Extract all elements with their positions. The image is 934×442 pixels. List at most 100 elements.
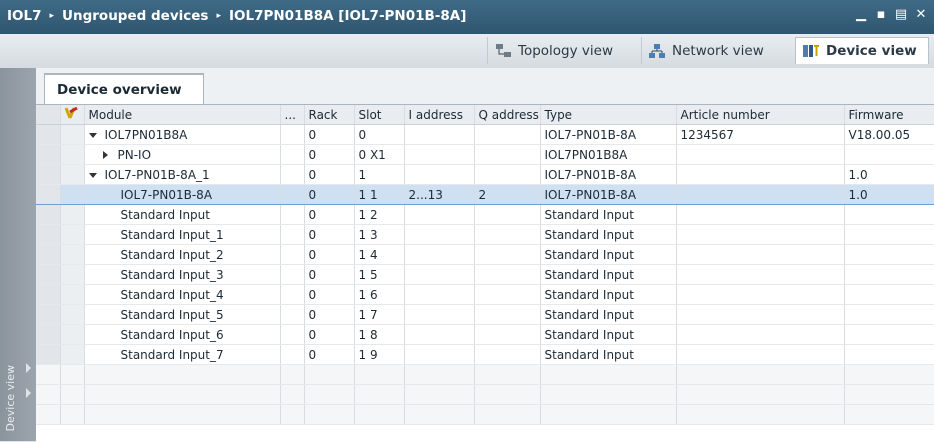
module-cell[interactable]: IOL7-PN01B-8A [84, 184, 281, 205]
type-cell[interactable]: IOL7-PN01B-8A [540, 124, 677, 145]
device-view-sidebar[interactable]: Device view [0, 68, 36, 441]
module-cell[interactable]: Standard Input_4 [84, 284, 281, 305]
table-row[interactable]: Standard Input_5 0 1 7 Standard Input [36, 304, 934, 325]
empty-cell[interactable] [280, 364, 305, 385]
module-cell[interactable]: PN-IO [84, 144, 281, 165]
slot-cell[interactable]: 1 3 [354, 224, 405, 245]
q-address-cell[interactable] [474, 284, 541, 305]
q-address-cell[interactable] [474, 204, 541, 225]
i-address-cell[interactable] [404, 304, 475, 325]
table-row[interactable]: Standard Input_2 0 1 4 Standard Input [36, 244, 934, 265]
empty-cell[interactable] [540, 384, 677, 405]
empty-cell[interactable] [404, 364, 475, 385]
empty-cell[interactable] [404, 404, 475, 425]
empty-table-row[interactable] [36, 364, 934, 385]
column-header-rack[interactable]: Rack [304, 105, 355, 125]
firmware-cell[interactable] [844, 264, 934, 285]
q-address-cell[interactable]: 2 [474, 184, 541, 205]
slot-cell[interactable]: 1 1 [354, 184, 405, 205]
slot-cell[interactable]: 1 7 [354, 304, 405, 325]
module-cell[interactable]: Standard Input_6 [84, 324, 281, 345]
column-header-q-address[interactable]: Q address [474, 105, 541, 125]
row-header[interactable] [36, 284, 61, 305]
table-row[interactable]: Standard Input_6 0 1 8 Standard Input [36, 324, 934, 345]
row-header[interactable] [36, 264, 61, 285]
rack-cell[interactable]: 0 [304, 204, 355, 225]
expand-triangle-icon[interactable] [102, 151, 108, 159]
i-address-cell[interactable] [404, 264, 475, 285]
firmware-cell[interactable] [844, 304, 934, 325]
slot-cell[interactable]: 1 4 [354, 244, 405, 265]
slot-cell[interactable]: 1 6 [354, 284, 405, 305]
q-address-cell[interactable] [474, 124, 541, 145]
empty-cell[interactable] [540, 364, 677, 385]
slot-cell[interactable]: 0 [354, 124, 405, 145]
tab-device-view[interactable]: Device view [795, 37, 929, 64]
row-header[interactable] [36, 344, 61, 365]
i-address-cell[interactable] [404, 324, 475, 345]
rack-cell[interactable]: 0 [304, 304, 355, 325]
firmware-cell[interactable] [844, 344, 934, 365]
table-row[interactable]: Standard Input_4 0 1 6 Standard Input [36, 284, 934, 305]
q-address-cell[interactable] [474, 324, 541, 345]
q-address-cell[interactable] [474, 144, 541, 165]
i-address-cell[interactable]: 2...13 [404, 184, 475, 205]
rack-cell[interactable]: 0 [304, 224, 355, 245]
table-row[interactable]: Standard Input_3 0 1 5 Standard Input [36, 264, 934, 285]
column-header-article-number[interactable]: Article number [676, 105, 845, 125]
module-cell[interactable]: Standard Input_5 [84, 304, 281, 325]
minimize-icon[interactable]: ▁ [854, 7, 868, 22]
row-header[interactable] [36, 204, 61, 225]
collapse-triangle-icon[interactable] [88, 172, 97, 178]
firmware-cell[interactable] [844, 244, 934, 265]
tab-network-view[interactable]: Network view [641, 37, 791, 64]
article-number-cell[interactable] [676, 164, 845, 185]
rack-cell[interactable]: 0 [304, 324, 355, 345]
breadcrumb-device[interactable]: IOL7PN01B8A [IOL7-PN01B-8A] [229, 8, 466, 24]
empty-cell[interactable] [844, 384, 934, 405]
row-header[interactable] [36, 224, 61, 245]
empty-cell[interactable] [474, 384, 541, 405]
firmware-cell[interactable] [844, 284, 934, 305]
q-address-cell[interactable] [474, 304, 541, 325]
empty-cell[interactable] [84, 384, 281, 405]
firmware-cell[interactable] [844, 224, 934, 245]
slot-cell[interactable]: 1 9 [354, 344, 405, 365]
empty-table-row[interactable] [36, 384, 934, 405]
article-number-cell[interactable] [676, 204, 845, 225]
float-window-icon[interactable]: ▪ [874, 7, 888, 22]
article-number-cell[interactable] [676, 264, 845, 285]
type-cell[interactable]: Standard Input [540, 264, 677, 285]
empty-cell[interactable] [354, 404, 405, 425]
article-number-cell[interactable] [676, 284, 845, 305]
breadcrumb-project[interactable]: IOL7 [7, 8, 42, 24]
empty-cell[interactable] [404, 384, 475, 405]
article-number-cell[interactable] [676, 184, 845, 205]
tab-topology-view[interactable]: Topology view [487, 37, 637, 64]
expand-arrow-icon[interactable] [26, 388, 31, 398]
type-cell[interactable]: Standard Input [540, 324, 677, 345]
slot-cell[interactable]: 1 8 [354, 324, 405, 345]
i-address-cell[interactable] [404, 224, 475, 245]
row-header[interactable] [36, 144, 61, 165]
rack-cell[interactable]: 0 [304, 344, 355, 365]
article-number-cell[interactable] [676, 344, 845, 365]
rack-cell[interactable]: 0 [304, 244, 355, 265]
row-header[interactable] [36, 404, 61, 425]
column-header-i-address[interactable]: I address [404, 105, 475, 125]
empty-cell[interactable] [304, 384, 355, 405]
row-header[interactable] [36, 384, 61, 405]
empty-cell[interactable] [280, 384, 305, 405]
type-cell[interactable]: IOL7-PN01B-8A [540, 184, 677, 205]
row-header[interactable] [36, 124, 61, 145]
collapse-triangle-icon[interactable] [88, 132, 97, 138]
table-row[interactable]: IOL7-PN01B-8A_1 0 1 IOL7-PN01B-8A 1.0 [36, 164, 934, 185]
close-icon[interactable]: ✕ [914, 7, 928, 22]
rack-cell[interactable]: 0 [304, 144, 355, 165]
i-address-cell[interactable] [404, 284, 475, 305]
q-address-cell[interactable] [474, 264, 541, 285]
rack-cell[interactable]: 0 [304, 164, 355, 185]
type-cell[interactable]: Standard Input [540, 304, 677, 325]
type-cell[interactable]: IOL7-PN01B-8A [540, 164, 677, 185]
article-number-cell[interactable]: 1234567 [676, 124, 845, 145]
